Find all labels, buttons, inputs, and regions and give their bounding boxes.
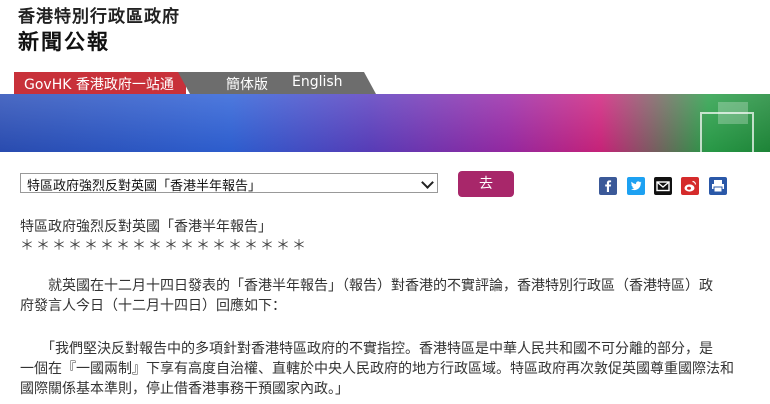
twitter-icon[interactable]: [627, 177, 645, 195]
paragraph-line: 一個在『一國兩制』下享有高度自治權、直轄於中央人民政府的地方行政區域。特區政府再…: [20, 361, 734, 377]
email-icon[interactable]: [654, 177, 672, 195]
paragraph-line: 就英國在十二月十四日發表的「香港半年報告」（報告）對香港的不實評論，香港特別行政…: [20, 278, 713, 294]
top-nav: GovHK 香港政府一站通 簡体版 English: [0, 72, 770, 94]
weibo-icon[interactable]: [681, 177, 699, 195]
title-underline: ＊＊＊＊＊＊＊＊＊＊＊＊＊＊＊＊＊＊: [20, 238, 308, 254]
paragraph-line: 國際關係基本準則，停止借香港事務干預國家內政。」: [20, 381, 349, 397]
language-bar: 簡体版 English: [178, 72, 376, 94]
government-name: 香港特別行政區政府: [18, 7, 180, 27]
article-paragraph-2: 「我們堅決反對報告中的多項針對香港特區政府的不實指控。香港特區是中華人民共和國不…: [20, 339, 760, 399]
header-banner: [0, 94, 770, 152]
site-header: 香港特別行政區政府 新聞公報: [18, 6, 180, 56]
simplified-chinese-link[interactable]: 簡体版: [226, 74, 268, 94]
banner-decoration-2: [718, 102, 748, 124]
english-link[interactable]: English: [292, 74, 343, 90]
chevron-down-icon: [421, 176, 434, 189]
article-select[interactable]: 特區政府強烈反對英國「香港半年報告」: [20, 173, 438, 194]
govhk-label: GovHK 香港政府一站通: [24, 77, 174, 93]
facebook-icon[interactable]: [599, 177, 617, 195]
article-paragraph-1: 就英國在十二月十四日發表的「香港半年報告」（報告）對香港的不實評論，香港特別行政…: [20, 276, 760, 316]
article-select-value: 特區政府強烈反對英國「香港半年報告」: [27, 179, 262, 194]
press-releases-title: 新聞公報: [18, 30, 110, 54]
go-button[interactable]: 去: [458, 171, 514, 197]
article-title: 特區政府強烈反對英國「香港半年報告」: [20, 219, 272, 235]
paragraph-line: 府發言人今日（十二月十四日）回應如下：: [20, 298, 286, 314]
paragraph-line: 「我們堅決反對報告中的多項針對香港特區政府的不實指控。香港特區是中華人民共和國不…: [20, 341, 713, 357]
print-icon[interactable]: [709, 177, 727, 195]
govhk-link[interactable]: GovHK 香港政府一站通: [14, 72, 186, 94]
article-body: 特區政府強烈反對英國「香港半年報告」 ＊＊＊＊＊＊＊＊＊＊＊＊＊＊＊＊＊＊ 就英…: [20, 217, 760, 397]
banner-gradient: [0, 94, 770, 152]
